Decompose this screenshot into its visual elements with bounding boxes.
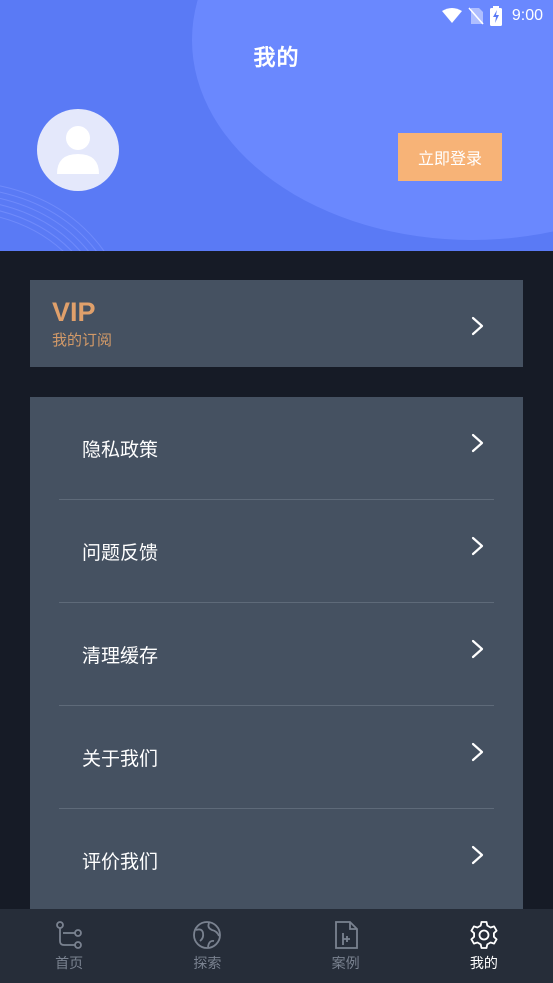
- battery-charging-icon: [489, 6, 502, 26]
- nav-item-profile[interactable]: 我的: [415, 909, 553, 983]
- menu-item-label: 评价我们: [82, 851, 159, 873]
- menu-item-rate-us[interactable]: 评价我们: [30, 809, 523, 912]
- profile-header: 9:00 我的 立即登录: [0, 0, 553, 251]
- menu-item-about-us[interactable]: 关于我们: [30, 706, 523, 809]
- nav-label: 我的: [469, 956, 498, 972]
- status-bar: 9:00: [0, 0, 553, 32]
- chevron-right-icon: [471, 742, 484, 762]
- page-title: 我的: [253, 46, 300, 71]
- menu-item-label: 隐私政策: [82, 439, 159, 461]
- vip-subscription-card[interactable]: VIP 我的订阅: [30, 280, 523, 367]
- profile-screen: 9:00 我的 立即登录 VIP 我的订阅 隐私政策 问题反馈 清理缓存 关于我…: [0, 0, 553, 983]
- document-icon: [334, 921, 358, 949]
- vip-title: VIP: [52, 297, 96, 327]
- wifi-icon: [441, 8, 462, 23]
- status-time: 9:00: [511, 7, 543, 24]
- avatar[interactable]: [37, 109, 119, 191]
- nav-item-explore[interactable]: 探索: [138, 909, 276, 983]
- nav-item-home[interactable]: 首页: [0, 909, 138, 983]
- bottom-navigation: 首页 探索 案例 我的: [0, 909, 553, 983]
- login-button[interactable]: 立即登录: [398, 133, 502, 181]
- user-icon: [57, 126, 99, 174]
- globe-icon: [193, 921, 222, 949]
- header-decoration: [192, 0, 553, 240]
- chevron-right-icon: [471, 639, 484, 659]
- menu-item-label: 清理缓存: [82, 645, 159, 667]
- chevron-right-icon: [471, 536, 484, 556]
- nav-label: 案例: [331, 956, 360, 972]
- no-sim-icon: [468, 7, 484, 25]
- nav-item-cases[interactable]: 案例: [277, 909, 415, 983]
- gear-icon: [470, 921, 498, 949]
- menu-item-label: 问题反馈: [82, 542, 159, 564]
- vip-subtitle: 我的订阅: [52, 331, 113, 349]
- menu-item-privacy-policy[interactable]: 隐私政策: [30, 397, 523, 500]
- chevron-right-icon: [471, 433, 484, 453]
- chevron-right-icon: [471, 845, 484, 865]
- menu-item-label: 关于我们: [82, 748, 159, 770]
- menu-item-clear-cache[interactable]: 清理缓存: [30, 603, 523, 706]
- nav-label: 探索: [193, 956, 222, 972]
- route-icon: [56, 921, 83, 949]
- menu-item-feedback[interactable]: 问题反馈: [30, 500, 523, 603]
- chevron-right-icon: [471, 316, 484, 336]
- settings-menu: 隐私政策 问题反馈 清理缓存 关于我们 评价我们: [30, 397, 523, 912]
- vip-text-group: VIP 我的订阅: [52, 297, 112, 350]
- nav-label: 首页: [55, 956, 84, 972]
